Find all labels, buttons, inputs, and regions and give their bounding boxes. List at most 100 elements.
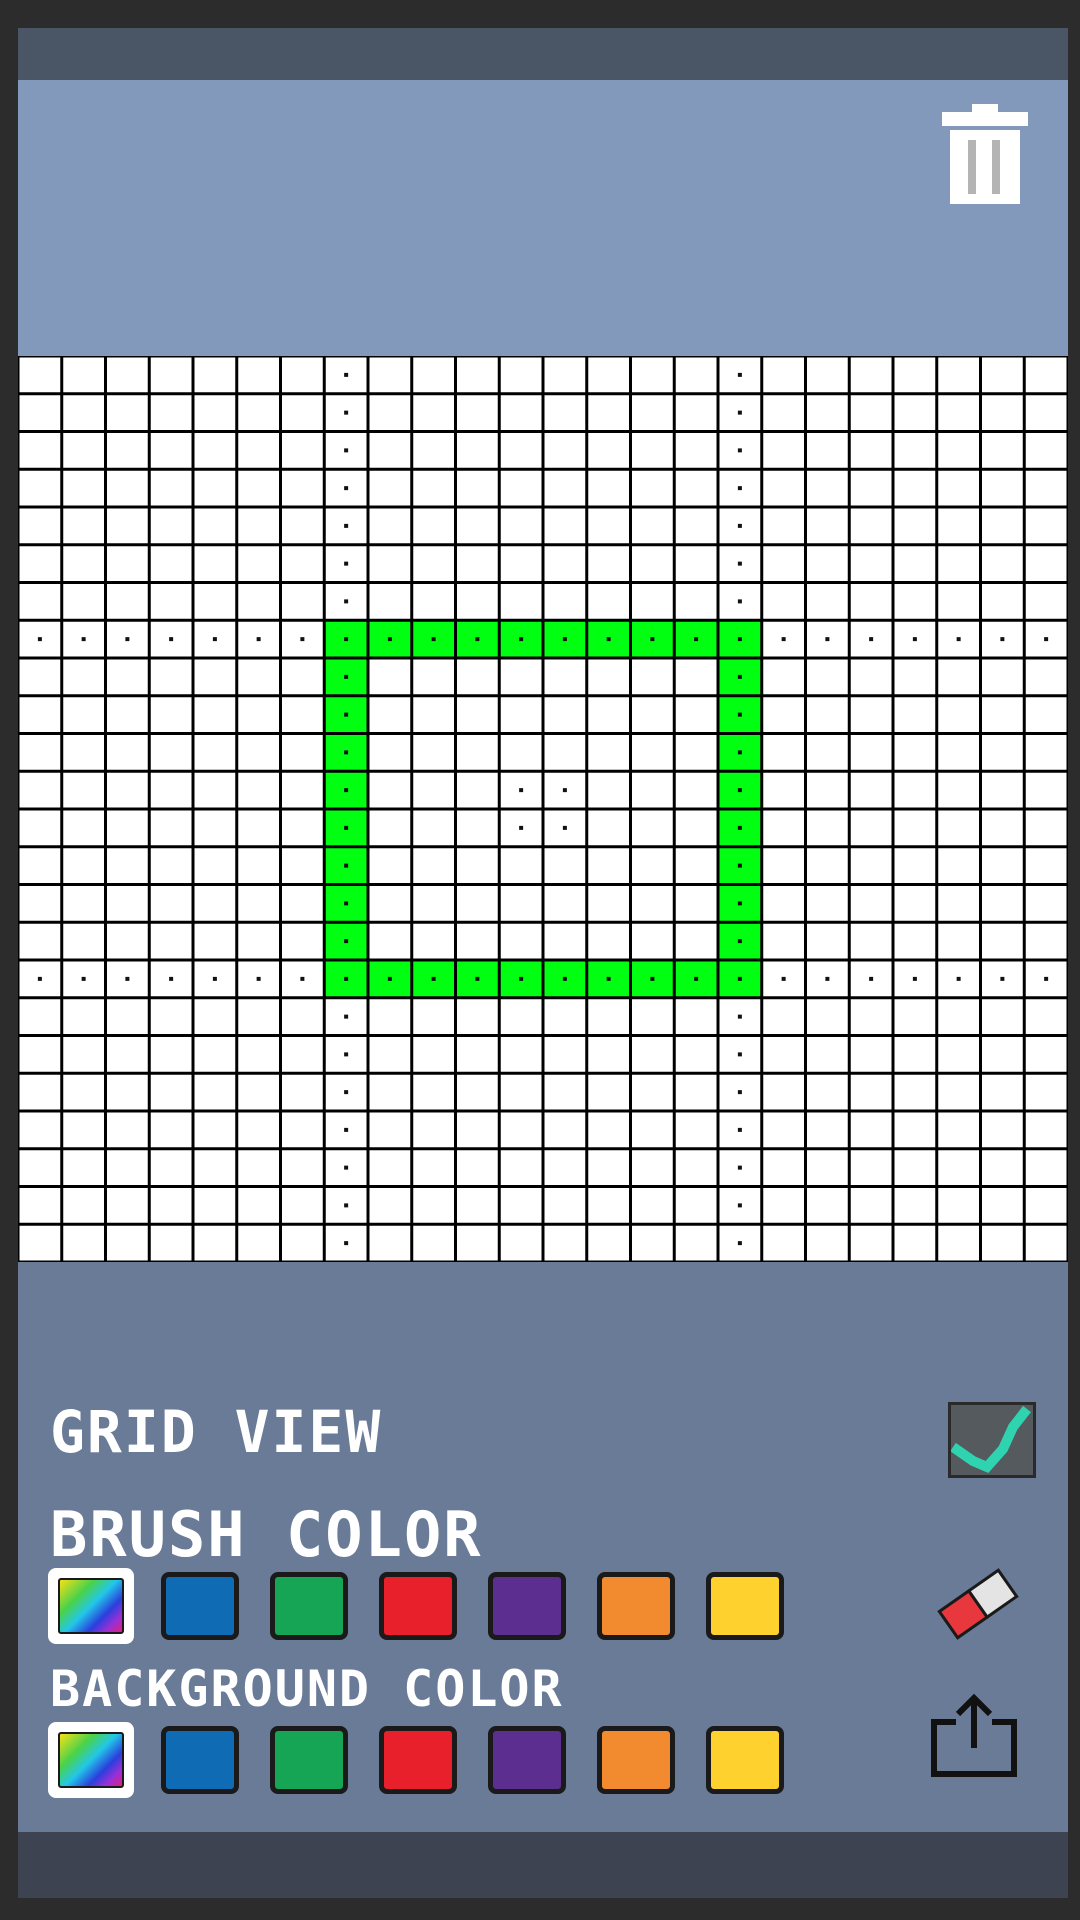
canvas-cell[interactable]: [588, 433, 629, 468]
canvas-cell[interactable]: [675, 357, 717, 393]
background-swatch-green[interactable]: [270, 1726, 348, 1794]
canvas-cell[interactable]: [982, 810, 1023, 846]
canvas-cell[interactable]: [938, 1037, 979, 1072]
canvas-cell[interactable]: [850, 1037, 892, 1072]
canvas-cell[interactable]: [413, 697, 454, 732]
canvas-cell[interactable]: [763, 395, 804, 430]
canvas-cell[interactable]: [544, 923, 586, 959]
canvas-cell[interactable]: [850, 1074, 892, 1110]
canvas-cell[interactable]: [1025, 1188, 1067, 1223]
canvas-cell[interactable]: [150, 546, 192, 581]
canvas-cell[interactable]: [894, 395, 936, 430]
canvas-cell[interactable]: [982, 584, 1023, 619]
canvas-cell[interactable]: [107, 735, 148, 770]
canvas-cell[interactable]: [457, 1074, 498, 1110]
canvas-cell[interactable]: [150, 772, 192, 808]
canvas-cell[interactable]: [63, 999, 104, 1034]
canvas-cell[interactable]: [807, 848, 848, 883]
canvas-cell[interactable]: [369, 848, 411, 883]
brush-swatch-orange[interactable]: [597, 1572, 675, 1640]
canvas-cell[interactable]: [675, 735, 717, 770]
canvas-cell[interactable]: [457, 999, 498, 1034]
canvas-cell[interactable]: [457, 810, 498, 846]
canvas-cell[interactable]: [982, 1188, 1023, 1223]
canvas-cell[interactable]: [675, 546, 717, 581]
canvas-cell[interactable]: [982, 697, 1023, 732]
canvas-cell[interactable]: [413, 1074, 454, 1110]
canvas-cell[interactable]: [850, 735, 892, 770]
background-swatch-red[interactable]: [379, 1726, 457, 1794]
share-button[interactable]: [926, 1686, 1022, 1782]
background-swatch-rainbow[interactable]: [48, 1722, 134, 1798]
canvas-cell[interactable]: [588, 1225, 629, 1261]
canvas-cell[interactable]: [63, 1037, 104, 1072]
canvas-cell[interactable]: [238, 395, 279, 430]
canvas-cell[interactable]: [457, 697, 498, 732]
canvas-cell[interactable]: [632, 697, 673, 732]
canvas-cell[interactable]: [282, 508, 323, 544]
canvas-cell[interactable]: [544, 999, 586, 1034]
canvas-cell[interactable]: [413, 546, 454, 581]
canvas-cell[interactable]: [282, 735, 323, 770]
canvas-cell[interactable]: [500, 433, 542, 468]
canvas-cell[interactable]: [457, 735, 498, 770]
canvas-cell[interactable]: [282, 1188, 323, 1223]
canvas-cell[interactable]: [675, 395, 717, 430]
canvas-cell[interactable]: [763, 584, 804, 619]
canvas-cell[interactable]: [282, 1074, 323, 1110]
canvas-cell[interactable]: [63, 433, 104, 468]
canvas-cell[interactable]: [588, 999, 629, 1034]
canvas-cell[interactable]: [63, 659, 104, 695]
canvas-cell[interactable]: [107, 546, 148, 581]
canvas-cell[interactable]: [1025, 848, 1067, 883]
canvas-cell[interactable]: [544, 1112, 586, 1148]
canvas-cell[interactable]: [763, 886, 804, 921]
canvas-cell[interactable]: [457, 848, 498, 883]
canvas-cell[interactable]: [150, 923, 192, 959]
canvas-cell[interactable]: [850, 886, 892, 921]
canvas-cell[interactable]: [150, 508, 192, 544]
canvas-cell[interactable]: [282, 1112, 323, 1148]
canvas-cell[interactable]: [588, 470, 629, 506]
canvas-cell[interactable]: [807, 999, 848, 1034]
canvas-cell[interactable]: [19, 1150, 61, 1185]
canvas-cell[interactable]: [282, 433, 323, 468]
canvas-cell[interactable]: [1025, 697, 1067, 732]
canvas-cell[interactable]: [588, 697, 629, 732]
canvas-cell[interactable]: [457, 659, 498, 695]
canvas-cell[interactable]: [807, 735, 848, 770]
canvas-cell[interactable]: [369, 433, 411, 468]
canvas-cell[interactable]: [1025, 1150, 1067, 1185]
canvas-cell[interactable]: [500, 1037, 542, 1072]
canvas-cell[interactable]: [107, 433, 148, 468]
canvas-cell[interactable]: [544, 508, 586, 544]
canvas-cell[interactable]: [107, 772, 148, 808]
canvas-cell[interactable]: [982, 848, 1023, 883]
canvas-cell[interactable]: [763, 1150, 804, 1185]
brush-swatch-red[interactable]: [379, 1572, 457, 1640]
canvas-cell[interactable]: [850, 584, 892, 619]
canvas-cell[interactable]: [500, 1225, 542, 1261]
canvas-cell[interactable]: [238, 1225, 279, 1261]
canvas-cell[interactable]: [413, 584, 454, 619]
canvas-cell[interactable]: [894, 659, 936, 695]
canvas-cell[interactable]: [150, 999, 192, 1034]
canvas-cell[interactable]: [369, 697, 411, 732]
canvas-cell[interactable]: [107, 1112, 148, 1148]
canvas-cell[interactable]: [632, 735, 673, 770]
canvas-cell[interactable]: [19, 395, 61, 430]
canvas-cell[interactable]: [544, 1037, 586, 1072]
canvas-cell[interactable]: [457, 395, 498, 430]
canvas-cell[interactable]: [1025, 886, 1067, 921]
canvas-cell[interactable]: [632, 395, 673, 430]
canvas-cell[interactable]: [938, 1188, 979, 1223]
canvas-cell[interactable]: [544, 697, 586, 732]
canvas-cell[interactable]: [457, 886, 498, 921]
canvas-cell[interactable]: [1025, 584, 1067, 619]
canvas-cell[interactable]: [675, 1074, 717, 1110]
canvas-cell[interactable]: [413, 772, 454, 808]
canvas-cell[interactable]: [588, 1037, 629, 1072]
canvas-cell[interactable]: [763, 1074, 804, 1110]
canvas-cell[interactable]: [194, 357, 236, 393]
canvas-cell[interactable]: [588, 395, 629, 430]
